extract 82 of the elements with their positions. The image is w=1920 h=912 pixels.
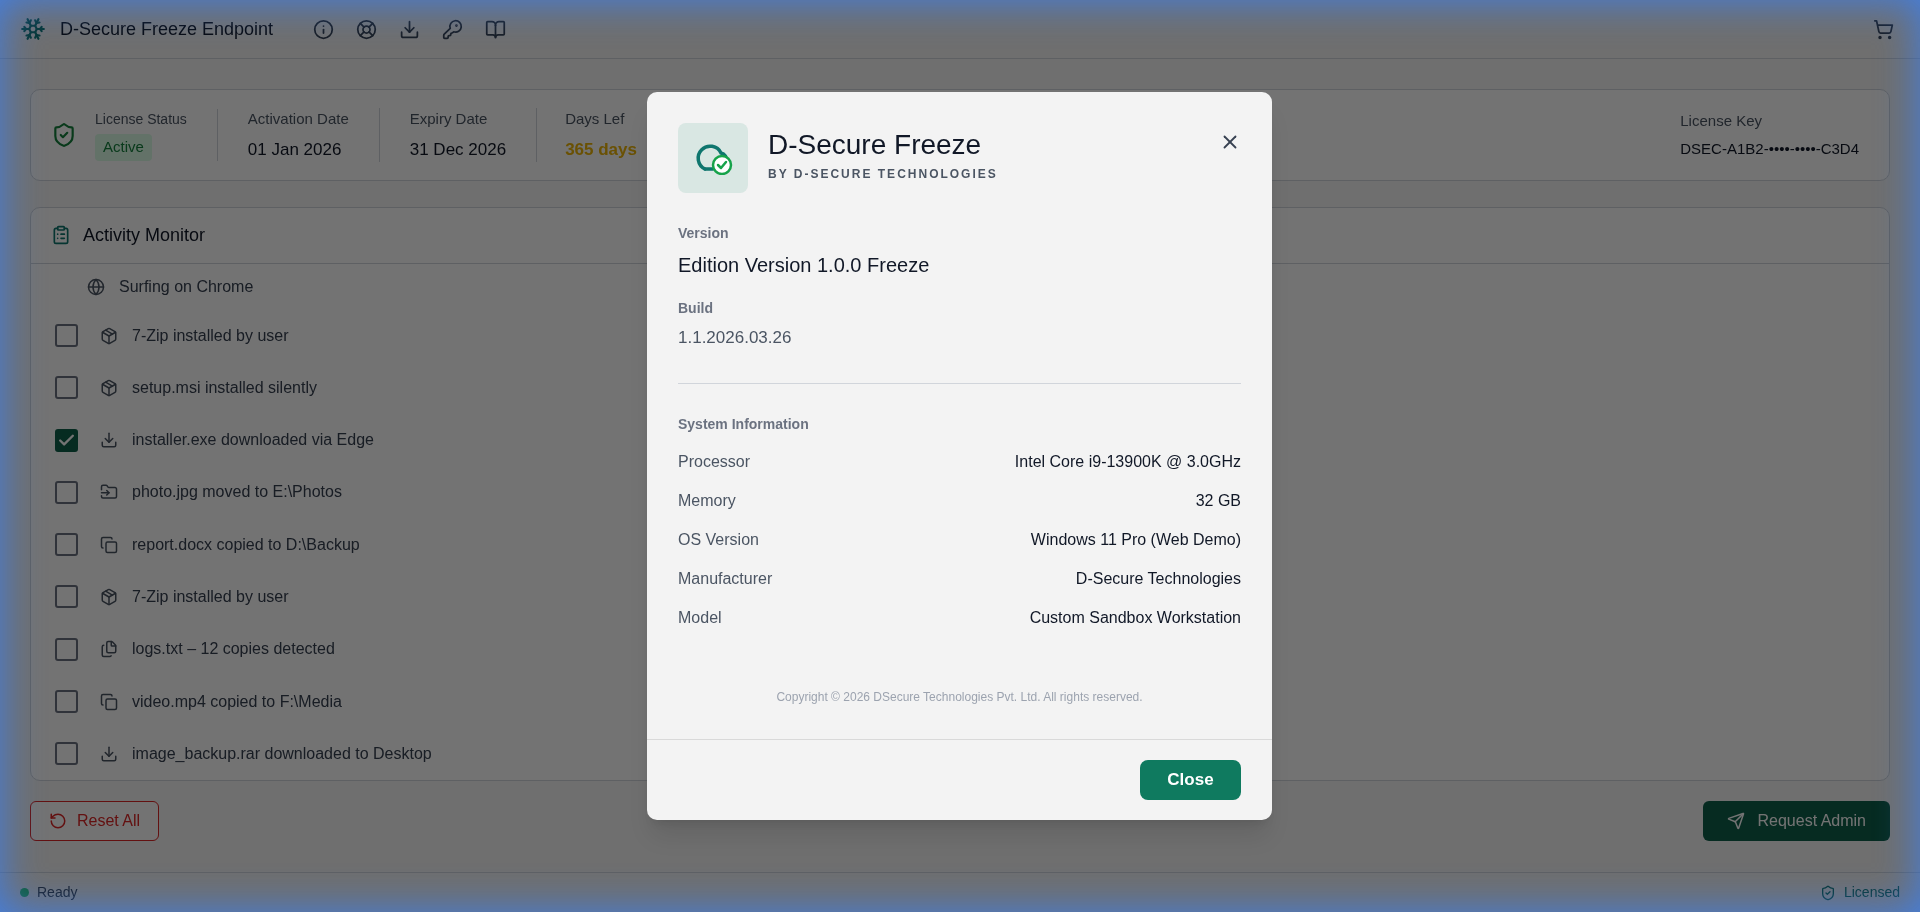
info-value: D-Secure Technologies (1075, 569, 1241, 589)
lifebuoy-icon (356, 18, 378, 40)
clipboard-icon (51, 225, 71, 246)
key-icon (442, 18, 464, 40)
activity-text: 7-Zip installed by user (132, 325, 289, 346)
status-text: Ready (37, 883, 78, 902)
checkbox[interactable] (55, 585, 78, 609)
info-label: Model (678, 608, 722, 628)
files-icon (100, 640, 118, 659)
build-label: Build (678, 299, 714, 318)
info-label: OS Version (678, 530, 759, 550)
key-button[interactable] (442, 18, 464, 40)
info-value: Custom Sandbox Workstation (1029, 608, 1241, 628)
globe-icon (87, 277, 105, 296)
info-icon (313, 18, 335, 40)
info-label: Memory (678, 491, 736, 511)
license-state: Licensed (1843, 883, 1900, 902)
activity-text: setup.msi installed silently (132, 377, 317, 398)
reset-icon (49, 812, 67, 830)
download-icon (399, 18, 421, 40)
checkbox[interactable] (55, 690, 78, 714)
dialog-subtitle: BY D-SECURE TECHNOLOGIES (768, 166, 998, 183)
days-left-label: Days Lef (565, 109, 626, 129)
snowflake-icon (20, 16, 46, 42)
days-left: 365 days (565, 138, 637, 161)
activity-text: installer.exe downloaded via Edge (132, 430, 374, 451)
copyright-text: Copyright © 2026 DSecure Technologies Pvt. Ltd. All rights reserved. (775, 688, 1144, 706)
send-icon (1727, 812, 1746, 830)
checkbox[interactable] (55, 324, 78, 348)
copy-icon (100, 535, 118, 554)
checkbox[interactable] (55, 637, 78, 661)
info-label: Manufacturer (678, 569, 773, 589)
app-title: D-Secure Freeze Endpoint (60, 17, 274, 41)
shield-icon (1819, 884, 1836, 901)
activation-date-label: Activation Date (247, 109, 349, 129)
activity-text: photo.jpg moved to E:\Photos (132, 482, 342, 503)
book-icon (485, 18, 507, 40)
info-value: 32 GB (1195, 491, 1241, 511)
reset-all-button[interactable]: Reset All (30, 801, 160, 841)
info-button[interactable] (313, 18, 335, 40)
current-activity: Surfing on Chrome (119, 276, 254, 297)
expiry-date: 31 Dec 2026 (409, 138, 507, 161)
checkbox[interactable] (55, 742, 78, 766)
activity-text: image_backup.rar downloaded to Desktop (132, 743, 432, 764)
license-key: DSEC-A1B2-••••-••••-C3D4 (1680, 138, 1859, 161)
copy-icon (100, 692, 118, 711)
activity-text: 7-Zip installed by user (132, 586, 289, 607)
status-badge: Active (95, 134, 152, 161)
shield-icon (51, 122, 77, 148)
checkbox[interactable] (55, 428, 78, 452)
checkbox[interactable] (55, 533, 78, 557)
info-value: Windows 11 Pro (Web Demo) (1030, 530, 1241, 550)
package-icon (100, 587, 118, 606)
license-status-label: License Status (95, 110, 187, 130)
download-button[interactable] (399, 18, 421, 40)
section-title: System Information (678, 414, 810, 434)
request-admin-button[interactable]: Request Admin (1703, 801, 1890, 841)
info-value: Intel Core i9-13900K @ 3.0GHz (1014, 452, 1241, 472)
close-dialog-button[interactable]: Close (1140, 760, 1241, 800)
expiry-date-label: Expiry Date (409, 109, 489, 129)
cart-button[interactable] (1873, 18, 1894, 40)
activity-text: report.docx copied to D:\Backup (132, 534, 360, 555)
activity-text: video.mp4 copied to F:\Media (132, 691, 342, 712)
version-value: Edition Version 1.0.0 Freeze (678, 253, 931, 278)
version-label: Version (678, 224, 730, 243)
folder-icon (100, 483, 118, 502)
panel-title: Activity Monitor (83, 223, 206, 247)
checkbox[interactable] (55, 376, 78, 400)
lifebuoy-button[interactable] (356, 18, 378, 40)
build-value: 1.1.2026.03.26 (678, 327, 793, 349)
package-icon (100, 378, 118, 397)
cart-icon (1873, 18, 1894, 40)
download-icon (100, 431, 118, 450)
info-label: Processor (678, 452, 751, 472)
checkbox[interactable] (55, 480, 78, 504)
package-icon (100, 326, 118, 345)
download-icon (100, 744, 118, 763)
dialog-title: D-Secure Freeze (768, 128, 983, 162)
activation-date: 01 Jan 2026 (247, 138, 343, 161)
book-button[interactable] (485, 18, 507, 40)
activity-text: logs.txt – 12 copies detected (132, 639, 335, 660)
license-key-label: License Key (1680, 110, 1763, 131)
